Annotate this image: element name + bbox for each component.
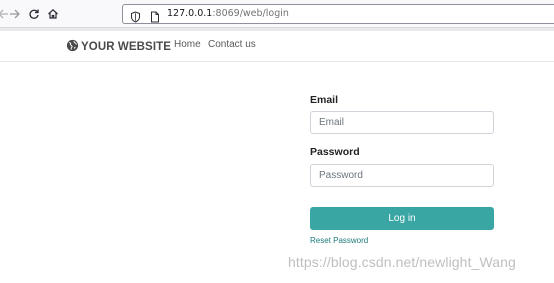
url-text[interactable]: 127.0.0.1:8069/web/login [167,8,289,19]
globe-icon [66,37,79,56]
logo-text: YOUR WEBSITE [81,40,172,53]
nav-link-home[interactable]: Home [174,39,201,50]
password-label: Password [310,146,360,158]
browser-toolbar: 127.0.0.1:8069/web/login [0,0,554,28]
login-button[interactable]: Log in [310,207,494,230]
reload-icon[interactable] [25,5,43,23]
site-logo[interactable]: YOUR WEBSITE [66,37,171,56]
page-icon [150,8,160,27]
url-bar[interactable]: 127.0.0.1:8069/web/login [122,4,554,24]
forward-icon[interactable] [6,5,24,23]
url-host: 127.0.0.1 [167,8,213,19]
site-header: YOUR WEBSITE Home Contact us [0,31,554,62]
nav-link-contact-us[interactable]: Contact us [208,39,256,50]
email-field[interactable] [310,111,494,134]
watermark: https://blog.csdn.net/newlight_Wang [288,254,516,270]
home-icon[interactable] [44,5,62,23]
reset-password-link[interactable]: Reset Password [310,236,368,245]
shield-icon[interactable] [130,8,141,27]
password-field[interactable] [310,164,494,187]
url-path: :8069/web/login [212,8,289,19]
email-label: Email [310,94,339,106]
